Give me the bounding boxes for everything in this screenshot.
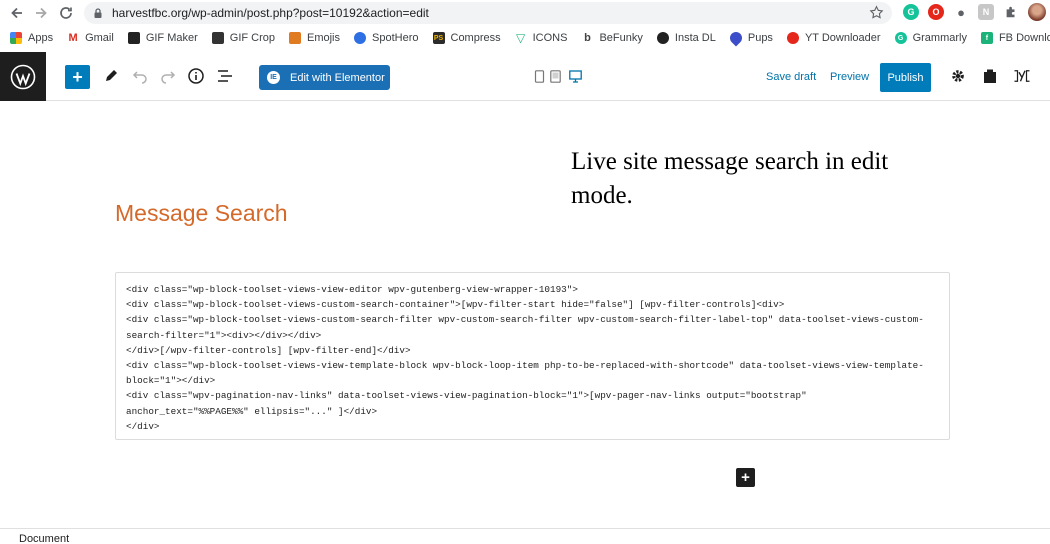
bookmark-apps[interactable]: Apps: [10, 32, 53, 44]
add-block-button[interactable]: +: [65, 65, 90, 89]
wordpress-logo-icon[interactable]: [0, 52, 46, 101]
annotation-overlay-text: Live site message search in edit mode.: [571, 148, 889, 209]
mobile-preview-icon[interactable]: [534, 70, 545, 83]
lock-icon: [94, 8, 102, 18]
code-line: anchor_text="%%PAGE%%" ellipsis="..." ]<…: [126, 405, 378, 417]
fb-download-icon: f: [980, 32, 993, 44]
bookmark-gif-crop[interactable]: GIF Crop: [211, 32, 275, 44]
editor-footer: Document: [0, 528, 1050, 544]
icons-icon: ▽: [516, 31, 526, 45]
code-line: <div class="wp-block-toolset-views-custo…: [126, 299, 785, 311]
elementor-icon: IE: [267, 71, 280, 84]
bookmark-star-icon[interactable]: [869, 5, 884, 20]
gif-crop-icon: [211, 32, 224, 44]
bookmark-yt-downloader[interactable]: YT Downloader: [786, 32, 881, 44]
tablet-preview-icon[interactable]: [550, 70, 561, 83]
edit-with-elementor-button[interactable]: IE Edit with Elementor: [259, 65, 390, 90]
code-line: <div class="wp-block-toolset-views-view-…: [126, 284, 578, 295]
bookmark-emojis[interactable]: Emojis: [289, 32, 340, 44]
bookmark-pups[interactable]: Pups: [727, 29, 773, 47]
publish-button[interactable]: Publish: [880, 63, 931, 92]
emojis-icon: [289, 32, 301, 44]
bookmark-insta-dl[interactable]: Insta DL: [656, 32, 716, 44]
gif-maker-icon: [127, 32, 140, 44]
grammarly-extension-icon[interactable]: G: [903, 4, 919, 20]
code-line: <div class="wpv-pagination-nav-links" da…: [126, 390, 807, 402]
bookmarks-bar: Apps M Gmail GIF Maker GIF Crop Emojis Sp…: [0, 26, 1050, 50]
profile-avatar[interactable]: [1028, 3, 1046, 21]
browser-address-row: harvestfbc.org/wp-admin/post.php?post=10…: [0, 0, 1050, 26]
opera-extension-icon[interactable]: O: [928, 4, 944, 20]
redo-icon[interactable]: [158, 66, 178, 86]
bookmark-grammarly[interactable]: G Grammarly: [894, 32, 967, 44]
post-title[interactable]: Message Search: [115, 200, 288, 227]
info-icon[interactable]: [186, 66, 206, 86]
bookmark-gmail[interactable]: M Gmail: [67, 32, 114, 44]
yt-downloader-icon: [786, 32, 799, 44]
forward-arrow-icon[interactable]: [32, 4, 50, 22]
grammarly-icon: G: [894, 32, 907, 44]
url-text: harvestfbc.org/wp-admin/post.php?post=10…: [112, 6, 429, 20]
bookmark-gif-maker[interactable]: GIF Maker: [127, 32, 198, 44]
code-line: </div>: [126, 420, 160, 432]
bookmark-befunky[interactable]: b BeFunky: [581, 32, 643, 44]
puzzle-extensions-icon[interactable]: [1003, 4, 1019, 20]
bookmark-spothero[interactable]: SpotHero: [354, 32, 419, 44]
back-arrow-icon[interactable]: [8, 4, 26, 22]
apps-grid-icon: [10, 32, 22, 44]
breadcrumb[interactable]: Document: [19, 533, 69, 544]
bookmark-fb-download[interactable]: fFB Download: [980, 32, 1050, 44]
compress-icon: PS: [432, 32, 445, 44]
toolset-plugin-icon[interactable]: [980, 66, 1000, 86]
spothero-icon: [354, 32, 367, 44]
gmail-icon: M: [67, 32, 80, 44]
undo-icon[interactable]: [130, 66, 150, 86]
notes-extension-icon[interactable]: N: [978, 4, 994, 20]
reload-icon[interactable]: [57, 4, 75, 22]
inline-add-block-button[interactable]: +: [736, 468, 755, 487]
pups-icon: [727, 29, 745, 47]
settings-gear-icon[interactable]: [948, 66, 968, 86]
save-draft-button[interactable]: Save draft: [766, 71, 816, 83]
bookmark-compress[interactable]: PS Compress: [432, 32, 501, 44]
code-line: block="1"></div>: [126, 375, 216, 387]
befunky-icon: b: [584, 32, 591, 44]
html-code-block[interactable]: <div class="wp-block-toolset-views-view-…: [115, 272, 950, 440]
yoast-seo-icon[interactable]: [1010, 66, 1034, 86]
desktop-preview-icon[interactable]: [569, 70, 582, 83]
code-line: <div class="wp-block-toolset-views-view-…: [126, 360, 924, 372]
list-view-icon[interactable]: [215, 66, 235, 86]
address-bar[interactable]: harvestfbc.org/wp-admin/post.php?post=10…: [84, 2, 892, 24]
preview-button[interactable]: Preview: [830, 71, 869, 83]
edit-pencil-icon[interactable]: [101, 66, 121, 86]
insta-dl-icon: [656, 32, 669, 44]
code-line: search-filter="1"><div></div></div>: [126, 329, 322, 341]
code-line: <div class="wp-block-toolset-views-custo…: [126, 314, 924, 326]
bookmark-icons[interactable]: ▽ ICONS: [515, 31, 567, 45]
code-line: </div>[/wpv-filter-controls] [wpv-filter…: [126, 344, 411, 356]
location-pin-extension-icon[interactable]: ●: [953, 4, 969, 20]
editor-toolbar: + IE Edit with Elementor Save draft Prev…: [0, 52, 1050, 101]
